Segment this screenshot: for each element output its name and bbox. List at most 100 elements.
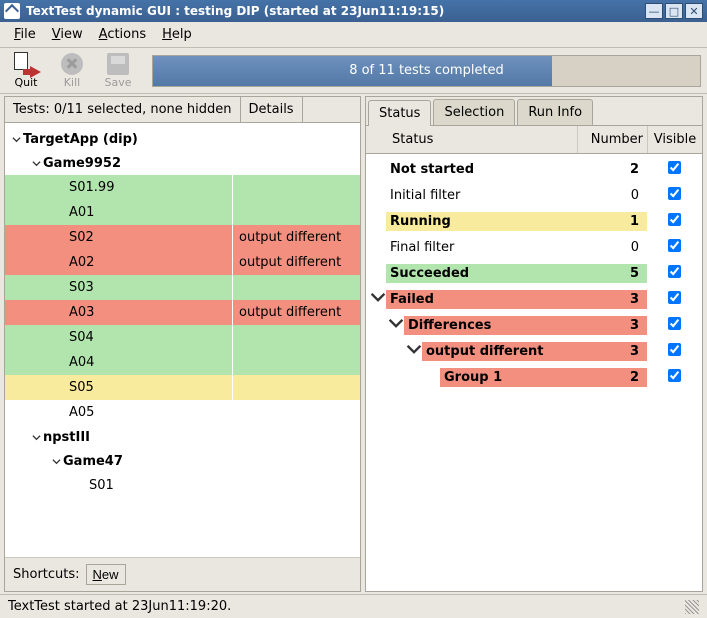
chevron-down-icon[interactable] [388,315,404,335]
test-row[interactable]: S04 [5,325,360,350]
quit-icon [14,52,38,76]
visible-checkbox[interactable] [668,369,681,382]
status-row[interactable]: Not started2 [366,156,702,182]
status-label: Running [386,212,583,231]
status-row[interactable]: Initial filter0 [366,182,702,208]
menu-view[interactable]: View [46,25,89,44]
menu-file[interactable]: File [8,25,42,44]
status-row[interactable]: Failed3 [366,286,702,312]
test-tree[interactable]: TargetApp (dip) Game9952 S01.99A01S02out… [5,123,360,557]
selection-summary: Tests: 0/11 selected, none hidden [5,97,241,122]
test-row[interactable]: A01 [5,200,360,225]
tab-bar: Status Selection Run Info [366,97,702,126]
status-row[interactable]: output different3 [366,338,702,364]
progress-text: 8 of 11 tests completed [153,56,700,86]
chevron-down-icon[interactable] [406,341,422,361]
status-number: 0 [583,238,647,257]
test-detail: output different [239,305,341,320]
test-name: S02 [69,230,94,245]
visible-checkbox[interactable] [668,343,681,356]
visible-checkbox[interactable] [668,291,681,304]
visible-checkbox[interactable] [668,239,681,252]
status-label: Failed [386,290,583,309]
test-row[interactable]: S01.99 [5,175,360,200]
status-row[interactable]: Differences3 [366,312,702,338]
window-title: TextTest dynamic GUI : testing DIP (star… [26,4,645,18]
close-button[interactable]: ✕ [685,3,703,19]
status-row[interactable]: Succeeded5 [366,260,702,286]
visible-checkbox[interactable] [668,187,681,200]
shortcuts-label: Shortcuts: [13,567,80,582]
status-body[interactable]: Not started2Initial filter0Running1Final… [366,154,702,591]
status-label: output different [422,342,583,361]
test-row[interactable]: S03 [5,275,360,300]
right-panel: Status Selection Run Info Status Number … [365,96,703,592]
visible-checkbox[interactable] [668,161,681,174]
tree-suite[interactable]: Game9952 [5,151,360,175]
test-name: A01 [69,205,94,220]
test-name: S05 [69,380,94,395]
test-row[interactable]: A05 [5,400,360,425]
status-row[interactable]: Running1 [366,208,702,234]
test-name: S01.99 [69,180,114,195]
status-text: TextTest started at 23Jun11:19:20. [8,599,231,614]
test-row[interactable]: S05 [5,375,360,400]
left-panel: Tests: 0/11 selected, none hidden Detail… [4,96,361,592]
visible-checkbox[interactable] [668,317,681,330]
col-number: Number [577,126,647,153]
visible-checkbox[interactable] [668,265,681,278]
test-row[interactable]: S02output different [5,225,360,250]
status-line: TextTest started at 23Jun11:19:20. [0,594,707,618]
kill-button: Kill [52,52,92,89]
status-label: Group 1 [440,368,583,387]
tab-runinfo[interactable]: Run Info [517,99,593,125]
chevron-down-icon[interactable] [9,135,23,144]
test-name: A03 [69,305,94,320]
test-row[interactable]: S01 [5,473,360,498]
test-name: A02 [69,255,94,270]
chevron-down-icon[interactable] [370,289,386,309]
save-icon [107,53,129,75]
col-visible: Visible [647,126,702,153]
status-label: Not started [386,160,583,179]
tree-root[interactable]: TargetApp (dip) [5,127,360,151]
status-number: 2 [583,160,647,179]
maximize-button[interactable]: □ [665,3,683,19]
progress-bar: 8 of 11 tests completed [152,55,701,87]
test-row[interactable]: A02output different [5,250,360,275]
status-row[interactable]: Group 12 [366,364,702,390]
save-button: Save [98,52,138,89]
new-shortcut-button[interactable]: New [86,564,126,585]
quit-button[interactable]: Quit [6,52,46,89]
test-row[interactable]: A03 output different [5,300,360,325]
app-icon [4,3,20,19]
resize-grip-icon[interactable] [685,600,699,614]
status-label: Succeeded [386,264,583,283]
col-status: Status [388,126,577,153]
test-name: A04 [69,355,94,370]
toolbar: Quit Kill Save 8 of 11 tests completed [0,48,707,94]
tab-selection[interactable]: Selection [433,99,515,125]
status-label: Final filter [386,238,583,257]
test-row[interactable]: A04 [5,350,360,375]
chevron-down-icon[interactable] [29,433,43,442]
tree-suite[interactable]: npstIII [5,425,360,449]
status-number: 3 [583,290,647,309]
visible-checkbox[interactable] [668,213,681,226]
chevron-down-icon[interactable] [49,457,63,466]
kill-icon [61,53,83,75]
status-number: 3 [583,316,647,335]
chevron-down-icon[interactable] [29,159,43,168]
menu-bar: File View Actions Help [0,22,707,48]
minimize-button[interactable]: — [645,3,663,19]
status-label: Differences [404,316,583,335]
details-header: Details [241,97,303,122]
status-number: 1 [583,212,647,231]
test-name: A05 [69,405,94,420]
tab-status[interactable]: Status [368,100,431,126]
status-row[interactable]: Final filter0 [366,234,702,260]
menu-actions[interactable]: Actions [93,25,153,44]
tree-suite[interactable]: Game47 [5,449,360,473]
test-name: S04 [69,330,94,345]
menu-help[interactable]: Help [156,25,198,44]
